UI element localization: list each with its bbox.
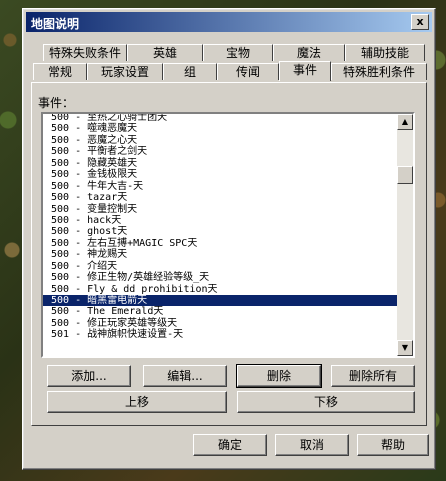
tab-label: 玩家设置	[100, 65, 149, 79]
tab-special-loss[interactable]: 特殊失败条件	[43, 44, 127, 61]
tab-label: 常规	[47, 65, 72, 79]
button-label: 确定	[217, 438, 242, 452]
help-button[interactable]: 帮助	[357, 434, 429, 456]
ok-button[interactable]: 确定	[193, 434, 267, 456]
close-button[interactable]: x	[411, 14, 429, 30]
list-item[interactable]: 500 - ghost天	[43, 226, 397, 237]
title-bar[interactable]: 地图说明 x	[26, 12, 432, 32]
vertical-scrollbar[interactable]: ▲ ▼	[397, 114, 413, 356]
tab-spells[interactable]: 魔法	[273, 44, 345, 61]
events-label: 事件：	[38, 96, 75, 110]
list-item[interactable]: 500 - The Emerald天	[43, 306, 397, 317]
tab-teams[interactable]: 组	[163, 63, 217, 80]
tab-heroes[interactable]: 英雄	[127, 44, 203, 61]
button-label: 帮助	[380, 438, 405, 452]
list-item[interactable]: 500 - 暗黑雷电箭天	[43, 295, 397, 307]
list-item[interactable]: 500 - 修正玩家英雄等级天	[43, 318, 397, 329]
button-label: 上移	[124, 395, 149, 409]
button-label: 添加...	[71, 369, 107, 383]
list-item[interactable]: 500 - 隐藏英雄天	[43, 158, 397, 169]
list-item[interactable]: 500 - 噬魂恶魔天	[43, 123, 397, 134]
map-description-dialog: 地图说明 x 特殊失败条件 英雄 宝物 魔法 辅助技能 常规 玩家设置 组 传闻…	[22, 8, 436, 470]
events-listbox[interactable]: 500 - 至热之心骑士团天 500 - 噬魂恶魔天 500 - 恶魔之心天 500 …	[41, 112, 415, 358]
arrow-down-icon: ▼	[401, 343, 409, 352]
tab-label: 组	[183, 65, 196, 79]
list-item[interactable]: 500 - 恶魔之心天	[43, 135, 397, 146]
list-item[interactable]: 500 - 变量控制天	[43, 204, 397, 215]
button-label: 删除	[266, 369, 291, 383]
close-icon: x	[416, 15, 424, 28]
tab-label: 特殊胜利条件	[342, 65, 415, 79]
tab-label: 传闻	[235, 65, 260, 79]
tab-artifacts[interactable]: 宝物	[203, 44, 273, 61]
button-label: 下移	[313, 395, 338, 409]
list-item[interactable]: 500 - Fly & dd prohibition天	[43, 284, 397, 295]
list-item[interactable]: 500 - 牛年大吉-天	[43, 181, 397, 192]
list-item[interactable]: 500 - hack天	[43, 215, 397, 226]
add-button[interactable]: 添加...	[47, 365, 131, 387]
tab-events[interactable]: 事件	[279, 61, 331, 81]
tab-label: 英雄	[152, 46, 177, 60]
tab-rumors[interactable]: 传闻	[217, 63, 279, 80]
tab-general[interactable]: 常规	[33, 63, 87, 80]
button-label: 取消	[299, 438, 324, 452]
list-item[interactable]: 500 - tazar天	[43, 192, 397, 203]
tab-label: 特殊失败条件	[48, 46, 121, 60]
list-item[interactable]: 501 - 战神旗帜快速设置-天	[43, 329, 397, 340]
tab-player-settings[interactable]: 玩家设置	[87, 63, 163, 80]
list-item[interactable]: 500 - 至热之心骑士团天	[43, 114, 397, 123]
list-item[interactable]: 500 - 修正生物/英雄经验等级_天	[43, 272, 397, 283]
button-label: 编辑...	[167, 369, 203, 383]
tab-special-victory[interactable]: 特殊胜利条件	[331, 63, 427, 80]
scroll-down-button[interactable]: ▼	[397, 340, 413, 356]
move-up-button[interactable]: 上移	[47, 391, 227, 413]
tab-label: 辅助技能	[360, 46, 409, 60]
delete-all-button[interactable]: 删除所有	[331, 365, 415, 387]
list-item[interactable]: 500 - 神龙赐天	[43, 249, 397, 260]
scroll-up-button[interactable]: ▲	[397, 114, 413, 130]
tab-label: 宝物	[225, 46, 250, 60]
cancel-button[interactable]: 取消	[275, 434, 349, 456]
button-label: 删除所有	[348, 369, 397, 383]
tab-label: 事件	[292, 63, 317, 77]
scroll-thumb[interactable]	[397, 166, 413, 184]
tab-secondary-skills[interactable]: 辅助技能	[345, 44, 425, 61]
window-title: 地图说明	[31, 17, 80, 31]
tab-label: 魔法	[296, 46, 321, 60]
edit-button[interactable]: 编辑...	[143, 365, 227, 387]
arrow-up-icon: ▲	[401, 117, 409, 126]
list-item[interactable]: 500 - 介绍天	[43, 261, 397, 272]
list-item[interactable]: 500 - 平衡者之剑天	[43, 146, 397, 157]
move-down-button[interactable]: 下移	[237, 391, 415, 413]
list-item[interactable]: 500 - 左右互搏+MAGIC SPC天	[43, 238, 397, 249]
delete-button[interactable]: 删除	[236, 364, 322, 388]
list-item[interactable]: 500 - 金钱极限天	[43, 169, 397, 180]
